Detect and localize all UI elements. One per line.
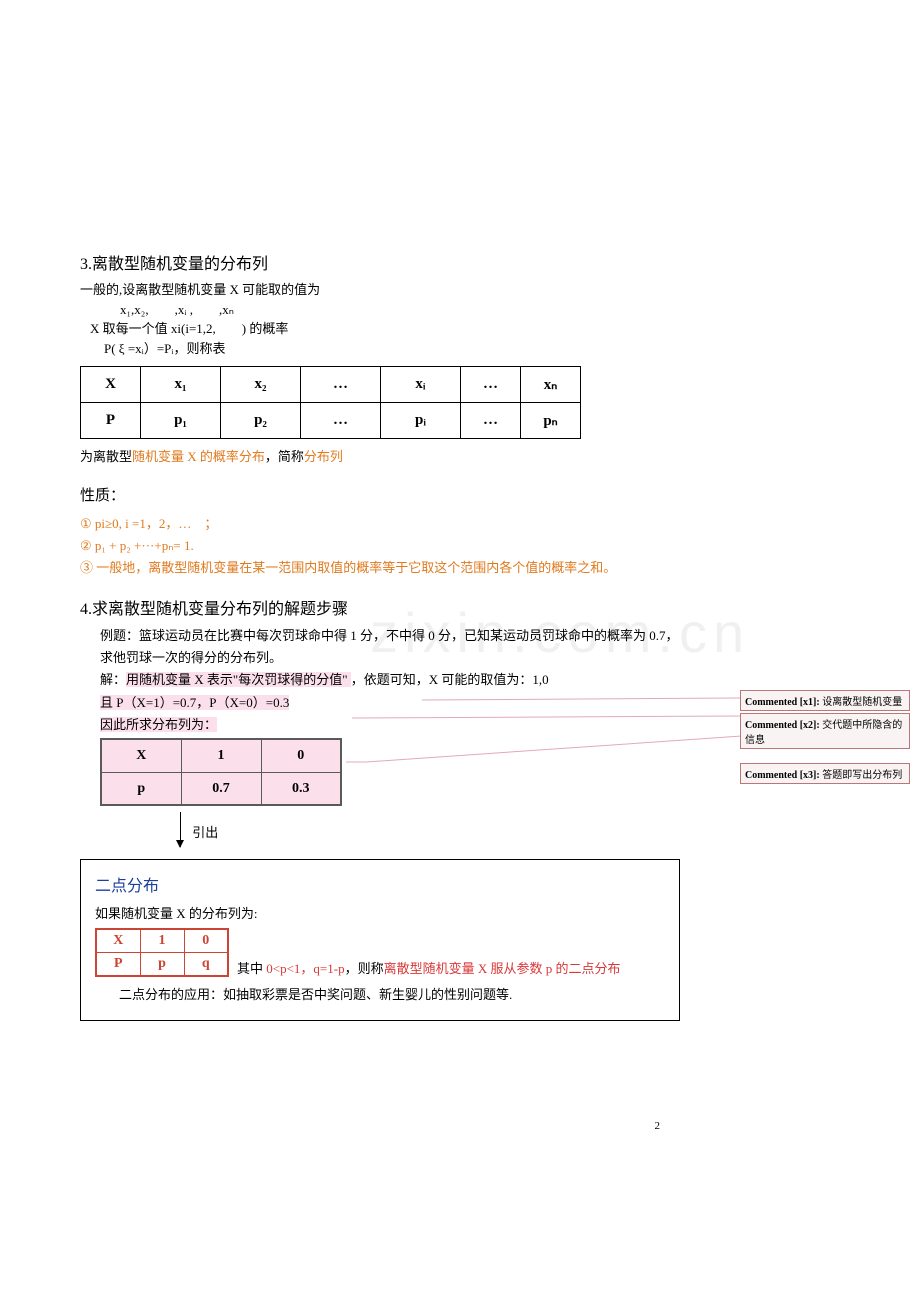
section3-intro: 一般的,设离散型随机变量 X 可能取的值为 bbox=[80, 280, 680, 300]
t: 其中 bbox=[237, 961, 266, 976]
comment-2: Commented [x2]: 交代题中所隐含的信息 bbox=[740, 713, 910, 749]
t: ，则称 bbox=[345, 961, 384, 976]
t: 离散型随机变量 X 服从参数 p 的二点分布 bbox=[384, 961, 621, 976]
section4-title: 4.求离散型随机变量分布列的解题步骤 bbox=[80, 595, 680, 619]
cell: P bbox=[96, 952, 140, 976]
connector-line-icon bbox=[346, 734, 746, 764]
comment-1: Commented [x1]: 设离散型随机变量 bbox=[740, 690, 910, 711]
cell: pᵢ bbox=[381, 403, 461, 439]
cell: xᵢ bbox=[381, 367, 461, 403]
section3-after: 为离散型随机变量 X 的概率分布，简称分布列 bbox=[80, 447, 680, 467]
sol-hl2: 且 P（X=1）=0.7，P（X=0）=0.3 bbox=[100, 695, 289, 710]
prop1: ① pi≥0, i =1，2，… ； bbox=[80, 513, 680, 535]
properties-title: 性质： bbox=[80, 485, 680, 508]
properties-list: ① pi≥0, i =1，2，… ； ② p₁ + p₂ +···+pₙ= 1.… bbox=[80, 513, 680, 579]
cell: 1 bbox=[140, 929, 184, 953]
sol-hl3: 因此所求分布列为： bbox=[100, 717, 217, 732]
sol-mid: ，依题可知，X 可能的取值为：1,0 bbox=[351, 672, 549, 687]
distribution-table: X x₁ x₂ … xᵢ … xₙ P p₁ p₂ … pᵢ … pₙ bbox=[80, 366, 581, 439]
cell: X bbox=[81, 367, 141, 403]
two-point-intro: 如果随机变量 X 的分布列为: bbox=[95, 904, 665, 924]
section3-line3: P( ξ =xᵢ）=Pᵢ，则称表 bbox=[104, 339, 680, 359]
comment-label: Commented [x2]: bbox=[745, 720, 822, 731]
t: 0<p<1，q=1-p bbox=[266, 961, 344, 976]
prop3: ③ 一般地，离散型随机变量在某一范围内取值的概率等于它取这个范围内各个值的概率之… bbox=[80, 557, 680, 579]
t: 为离散型 bbox=[80, 449, 132, 464]
cell: X bbox=[96, 929, 140, 953]
t: 分布列 bbox=[304, 449, 343, 464]
cell: x₂ bbox=[221, 367, 301, 403]
cell: p bbox=[101, 772, 181, 805]
comment-text: 答题即写出分布列 bbox=[822, 770, 902, 781]
two-point-box: 二点分布 如果随机变量 X 的分布列为: X 1 0 P p q 其中 0<p<… bbox=[80, 859, 680, 1021]
two-point-note: 其中 0<p<1，q=1-p，则称离散型随机变量 X 服从参数 p 的二点分布 bbox=[237, 959, 621, 981]
cell: 1 bbox=[181, 739, 261, 772]
arrow-down-icon bbox=[180, 812, 181, 847]
comments-panel: Commented [x1]: 设离散型随机变量 Commented [x2]:… bbox=[740, 690, 910, 786]
example-text: 例题：篮球运动员在比赛中每次罚球命中得 1 分，不中得 0 分，已知某运动员罚球… bbox=[100, 625, 680, 669]
cell: … bbox=[301, 367, 381, 403]
cell: … bbox=[301, 403, 381, 439]
ex-body: 篮球运动员在比赛中每次罚球命中得 1 分，不中得 0 分，已知某运动员罚球命中的… bbox=[100, 628, 679, 665]
cell: 0 bbox=[184, 929, 228, 953]
cell: 0.3 bbox=[261, 772, 341, 805]
cell: xₙ bbox=[521, 367, 581, 403]
cell: 0 bbox=[261, 739, 341, 772]
cell: p₂ bbox=[221, 403, 301, 439]
cell: … bbox=[461, 403, 521, 439]
cell: q bbox=[184, 952, 228, 976]
sol-hl1: 用随机变量 X 表示"每次罚球得的分值" bbox=[126, 672, 351, 687]
two-point-title: 二点分布 bbox=[95, 872, 665, 896]
t: 随机变量 X 的概率分布 bbox=[132, 449, 265, 464]
connector-line-icon bbox=[422, 694, 742, 706]
two-point-row: X 1 0 P p q 其中 0<p<1，q=1-p，则称离散型随机变量 X 服… bbox=[95, 924, 665, 981]
cell: 0.7 bbox=[181, 772, 261, 805]
comment-text: 设离散型随机变量 bbox=[822, 697, 902, 708]
example-dist-table: X 1 0 p 0.7 0.3 bbox=[100, 738, 342, 807]
sol-label: 解： bbox=[100, 672, 126, 687]
section3-values: x₁,x₂, ,xᵢ , ,xₙ bbox=[120, 300, 680, 320]
cell: P bbox=[81, 403, 141, 439]
cell: p bbox=[140, 952, 184, 976]
comment-label: Commented [x3]: bbox=[745, 770, 822, 781]
comment-3: Commented [x3]: 答题即写出分布列 bbox=[740, 763, 910, 784]
connector-line-icon bbox=[352, 712, 742, 722]
arrow-block: 引出 bbox=[170, 812, 680, 851]
cell: … bbox=[461, 367, 521, 403]
t: ，简称 bbox=[265, 449, 304, 464]
two-point-table: X 1 0 P p q bbox=[95, 928, 229, 977]
ex-label: 例题： bbox=[100, 628, 139, 643]
solution-line1: 解：用随机变量 X 表示"每次罚球得的分值" ，依题可知，X 可能的取值为：1,… bbox=[100, 669, 680, 691]
prop2: ② p₁ + p₂ +···+pₙ= 1. bbox=[80, 535, 680, 557]
cell: X bbox=[101, 739, 181, 772]
cell: pₙ bbox=[521, 403, 581, 439]
arrow-label: 引出 bbox=[192, 822, 218, 841]
section3-title: 3.离散型随机变量的分布列 bbox=[80, 250, 680, 274]
cell: p₁ bbox=[141, 403, 221, 439]
page-number: 2 bbox=[655, 1120, 661, 1132]
section3-line2: X 取每一个值 xi(i=1,2, ) 的概率 bbox=[90, 319, 680, 339]
page-content: 3.离散型随机变量的分布列 一般的,设离散型随机变量 X 可能取的值为 x₁,x… bbox=[80, 250, 680, 1021]
comment-label: Commented [x1]: bbox=[745, 697, 822, 708]
cell: x₁ bbox=[141, 367, 221, 403]
two-point-app: 二点分布的应用：如抽取彩票是否中奖问题、新生婴儿的性别问题等. bbox=[119, 985, 665, 1005]
